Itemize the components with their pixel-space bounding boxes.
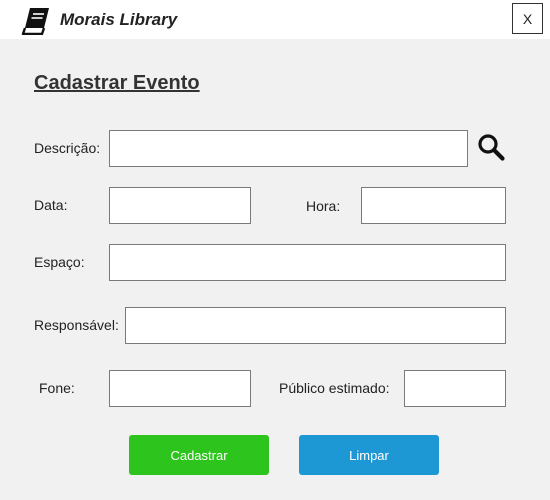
cadastrar-button[interactable]: Cadastrar [129,435,269,475]
descricao-label: Descrição: [34,140,101,156]
fone-input[interactable] [109,370,251,407]
publico-estimado-input[interactable] [404,370,506,407]
publico-estimado-label: Público estimado: [279,380,390,396]
title-bar: Morais Library X [0,0,550,39]
close-button[interactable]: X [512,3,543,34]
data-label: Data: [34,197,68,213]
espaco-label: Espaço: [34,254,85,270]
search-icon[interactable] [477,133,505,161]
responsavel-label: Responsável: [34,317,119,333]
limpar-button[interactable]: Limpar [299,435,439,475]
hora-label: Hora: [306,198,341,214]
responsavel-input[interactable] [125,307,506,344]
espaco-input[interactable] [109,244,506,281]
data-input[interactable] [109,187,251,224]
page-title: Cadastrar Evento [34,72,200,94]
app-title: Morais Library [60,10,178,29]
book-icon [21,8,49,35]
hora-input[interactable] [361,187,506,224]
fone-label: Fone: [39,380,75,396]
descricao-input[interactable] [109,130,468,167]
